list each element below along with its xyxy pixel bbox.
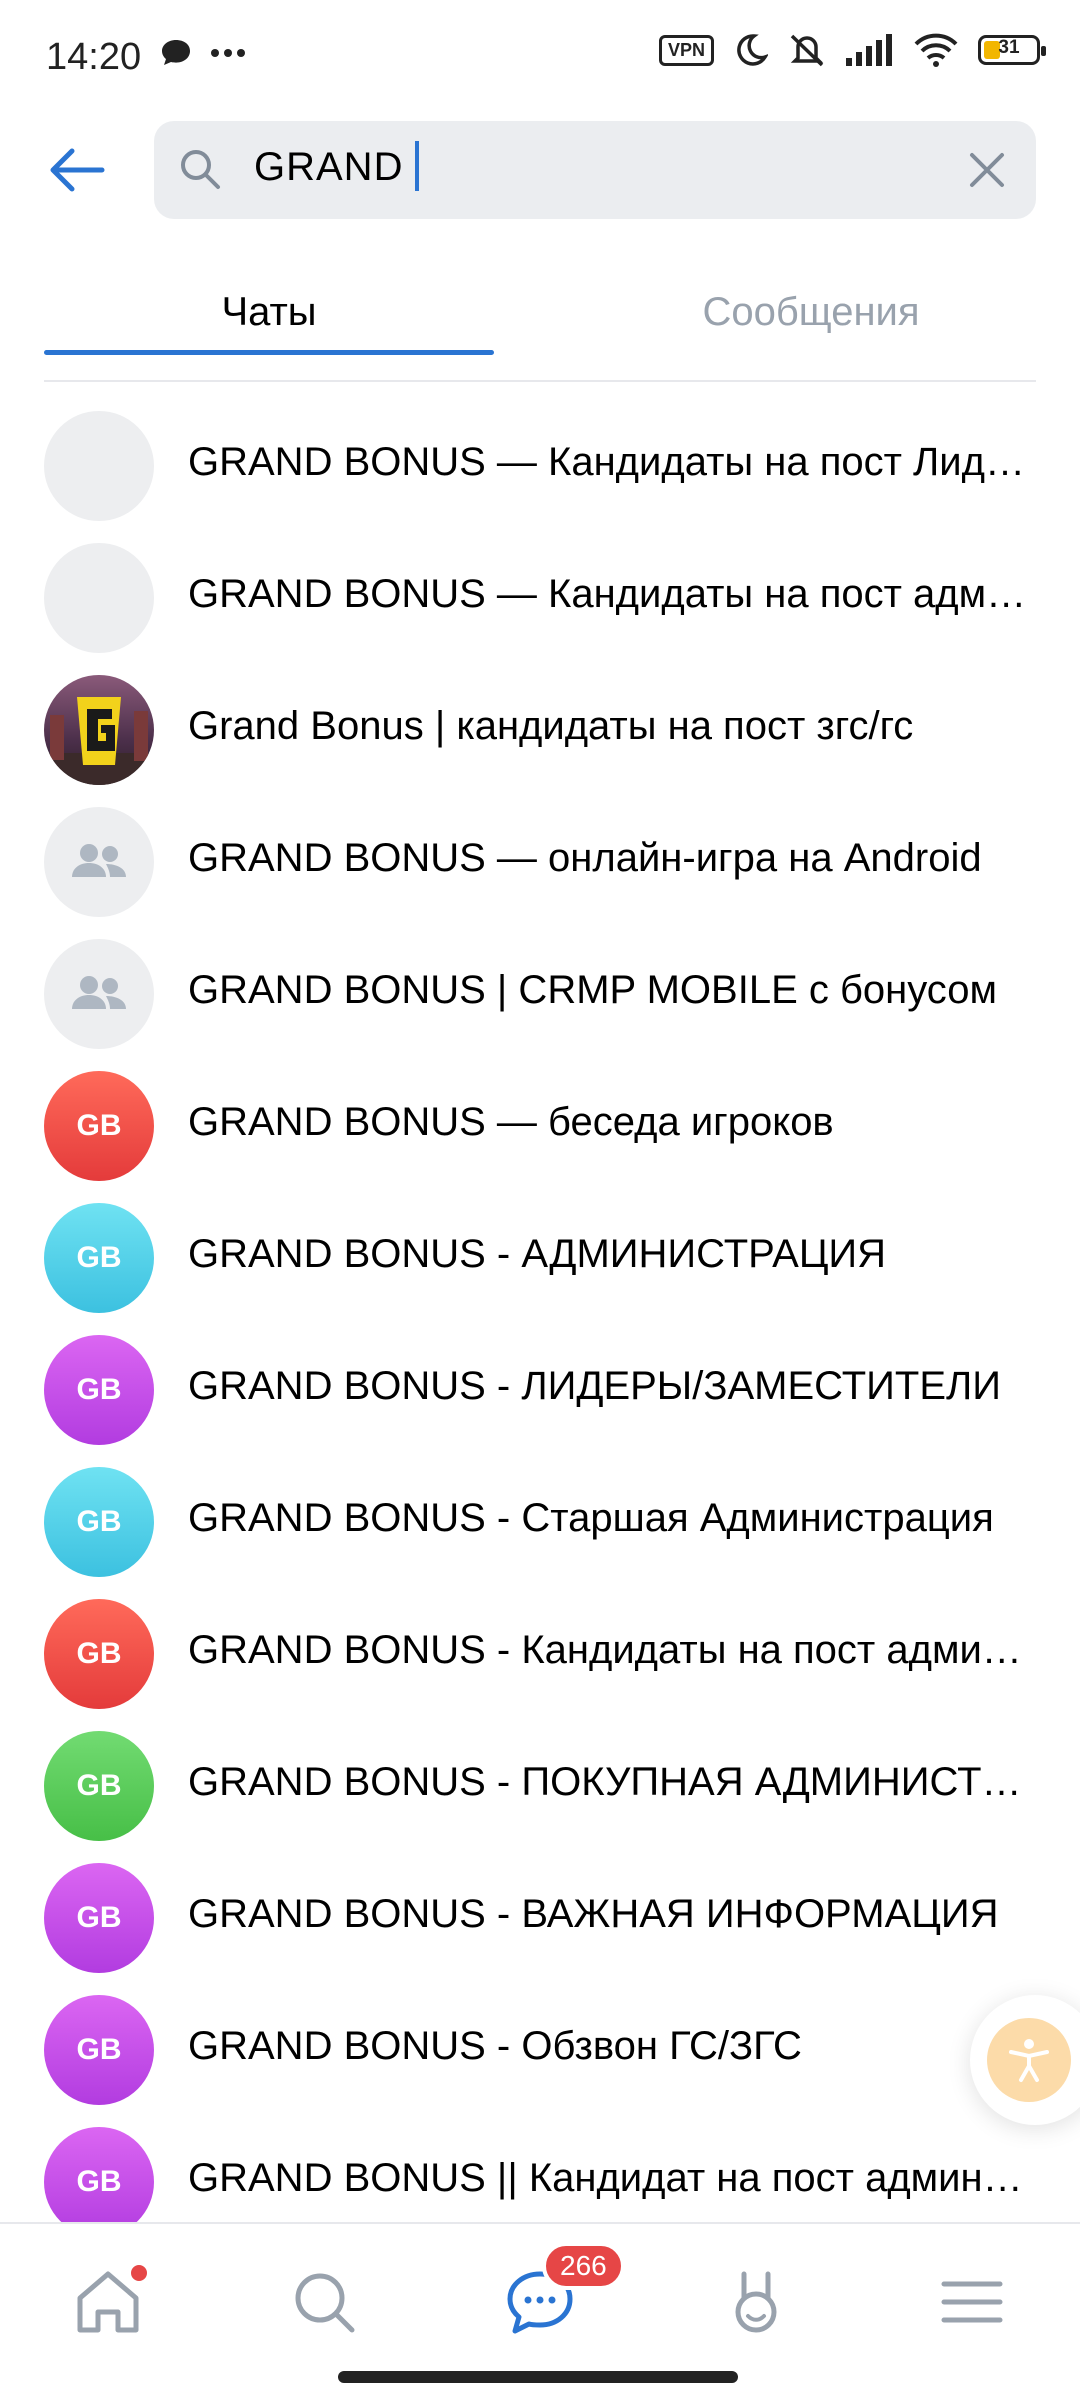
battery-icon: 31: [978, 35, 1046, 65]
nav-search[interactable]: [282, 2260, 366, 2344]
chat-title: GRAND BONUS | CRMP MOBILE с бонусом: [188, 968, 997, 1012]
mute-icon: [790, 34, 824, 67]
nav-menu[interactable]: [930, 2260, 1014, 2344]
list-item[interactable]: GB GRAND BONUS - ПОКУПНАЯ АДМИНИСТРАЦИЯ: [0, 1720, 1080, 1852]
chat-title: GRAND BONUS - Обзвон ГС/ЗГС: [188, 2024, 802, 2068]
clips-icon: [735, 2271, 777, 2333]
unread-badge: 266: [542, 2242, 625, 2290]
moon-icon: [737, 34, 768, 66]
nav-home[interactable]: [66, 2260, 150, 2344]
list-item[interactable]: GRAND BONUS | CRMP MOBILE с бонусом: [0, 928, 1080, 1060]
menu-icon: [941, 2281, 1003, 2323]
chat-title: GRAND BONUS — Кандидаты на пост админист…: [188, 572, 1028, 616]
status-indicators: VPN 31: [658, 32, 1046, 68]
nav-clips[interactable]: [714, 2260, 798, 2344]
status-bar: 14:20 VPN 31: [0, 0, 1080, 110]
group-icon: [72, 844, 126, 877]
search-icon: [295, 2273, 355, 2333]
tab-messages[interactable]: Сообщения: [586, 290, 1036, 335]
home-indicator[interactable]: [338, 2371, 738, 2383]
chat-bubble-icon: [162, 40, 190, 65]
back-button[interactable]: [46, 140, 106, 200]
search-query-text: GRAND: [254, 145, 404, 189]
battery-level: 31: [998, 37, 1020, 58]
game-logo-avatar: [44, 675, 154, 785]
accessibility-icon: [1009, 2039, 1049, 2082]
status-notifications: [160, 38, 246, 68]
avatar: GB: [44, 1995, 154, 2105]
clear-icon[interactable]: [966, 149, 1008, 191]
avatar: [44, 939, 154, 1049]
list-item[interactable]: GRAND BONUS — Кандидаты на пост админист…: [0, 532, 1080, 664]
avatar: GB: [44, 1599, 154, 1709]
search-query[interactable]: GRAND: [254, 141, 420, 192]
list-item[interactable]: GB GRAND BONUS - Кандидаты на пост админ…: [0, 1588, 1080, 1720]
notification-dot: [128, 2262, 150, 2284]
list-item[interactable]: Grand Bonus | кандидаты на пост згс/гс: [0, 664, 1080, 796]
list-item[interactable]: GB GRAND BONUS — беседа игроков: [0, 1060, 1080, 1192]
list-item[interactable]: GB GRAND BONUS - ВАЖНАЯ ИНФОРМАЦИЯ: [0, 1852, 1080, 1984]
list-item[interactable]: GRAND BONUS — онлайн-игра на Android: [0, 796, 1080, 928]
nav-messages[interactable]: 266: [498, 2242, 625, 2344]
search-tabs: Чаты Сообщения: [44, 270, 1036, 382]
chat-title: GRAND BONUS - АДМИНИСТРАЦИЯ: [188, 1232, 887, 1276]
list-item[interactable]: GB GRAND BONUS - Обзвон ГС/ЗГС: [0, 1984, 1080, 2116]
list-item[interactable]: GRAND BONUS — Кандидаты на пост Лидеров: [0, 400, 1080, 532]
chat-title: GRAND BONUS - ВАЖНАЯ ИНФОРМАЦИЯ: [188, 1892, 999, 1936]
chat-title: Grand Bonus | кандидаты на пост згс/гс: [188, 704, 914, 748]
list-item[interactable]: GB GRAND BONUS - АДМИНИСТРАЦИЯ: [0, 1192, 1080, 1324]
list-item[interactable]: GB GRAND BONUS - Старшая Администрация: [0, 1456, 1080, 1588]
status-time: 14:20: [46, 36, 142, 78]
group-icon: [72, 976, 126, 1009]
chat-title: GRAND BONUS - ЛИДЕРЫ/ЗАМЕСТИТЕЛИ: [188, 1364, 1002, 1408]
signal-icon: [846, 34, 892, 66]
avatar: GB: [44, 1467, 154, 1577]
text-cursor: [415, 141, 420, 192]
avatar: [44, 807, 154, 917]
avatar: GB: [44, 2127, 154, 2237]
search-icon: [181, 150, 220, 189]
search-input[interactable]: GRAND: [154, 121, 1036, 219]
avatar: GB: [44, 1335, 154, 1445]
avatar: [44, 675, 154, 785]
more-dots-icon: [211, 49, 245, 57]
avatar: GB: [44, 1731, 154, 1841]
chat-results-list: GRAND BONUS — Кандидаты на пост Лидеров …: [0, 400, 1080, 2248]
avatar: GB: [44, 1203, 154, 1313]
chat-title: GRAND BONUS — онлайн-игра на Android: [188, 836, 982, 880]
chat-title: GRAND BONUS — беседа игроков: [188, 1100, 834, 1144]
chat-title: GRAND BONUS || Кандидат на пост админист…: [188, 2156, 1028, 2200]
tab-chats[interactable]: Чаты: [44, 290, 494, 335]
avatar: GB: [44, 1071, 154, 1181]
chat-title: GRAND BONUS — Кандидаты на пост Лидеров: [188, 440, 1028, 484]
list-item[interactable]: GB GRAND BONUS - ЛИДЕРЫ/ЗАМЕСТИТЕЛИ: [0, 1324, 1080, 1456]
avatar: [44, 411, 154, 521]
active-tab-indicator: [44, 350, 494, 355]
vpn-icon: VPN: [658, 34, 714, 66]
chat-title: GRAND BONUS - ПОКУПНАЯ АДМИНИСТРАЦИЯ: [188, 1760, 1028, 1804]
avatar: GB: [44, 1863, 154, 1973]
chat-title: GRAND BONUS - Старшая Администрация: [188, 1496, 994, 1540]
chat-title: GRAND BONUS - Кандидаты на пост админист…: [188, 1628, 1028, 1672]
arrow-left-icon: [50, 148, 105, 192]
accessibility-button-inner: [987, 2018, 1071, 2102]
wifi-icon: [914, 33, 958, 67]
avatar: [44, 543, 154, 653]
